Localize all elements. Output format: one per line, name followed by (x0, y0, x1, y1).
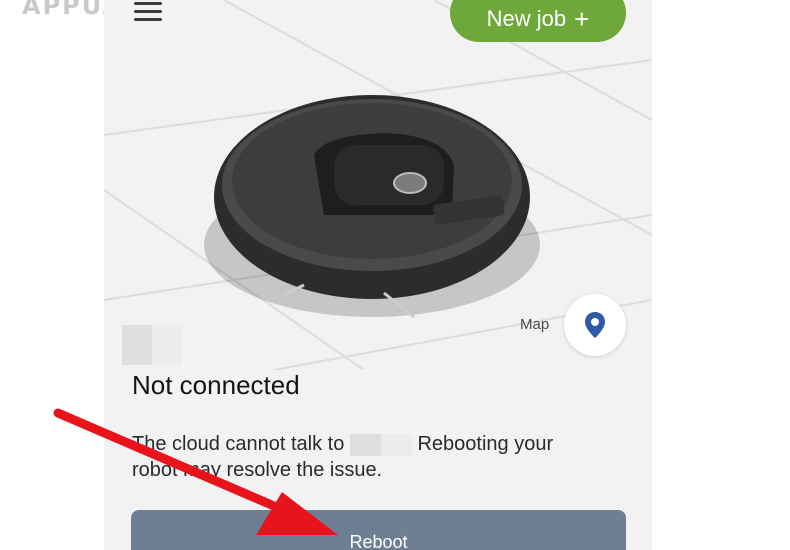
reboot-button[interactable]: Reboot (131, 510, 626, 550)
robot-vacuum-image (204, 95, 540, 319)
reboot-label: Reboot (349, 532, 408, 550)
menu-icon[interactable] (134, 2, 162, 24)
map-label: Map (520, 316, 550, 333)
status-message-part1: The cloud cannot talk to (132, 433, 345, 455)
new-job-label: New job (486, 6, 567, 31)
status-title: Not connected (132, 370, 300, 400)
plus-icon: + (574, 4, 590, 34)
new-job-button[interactable]: New job + (450, 0, 626, 42)
status-message: The cloud cannot talk to Rebooting your … (132, 431, 602, 483)
robot-name-redacted-inline (349, 433, 412, 456)
location-pin-icon (585, 312, 605, 338)
robot-status-screen: New job + Map Not connected The cloud ca… (104, 0, 652, 550)
robot-name-redacted (122, 325, 182, 365)
map-button[interactable] (564, 294, 626, 356)
